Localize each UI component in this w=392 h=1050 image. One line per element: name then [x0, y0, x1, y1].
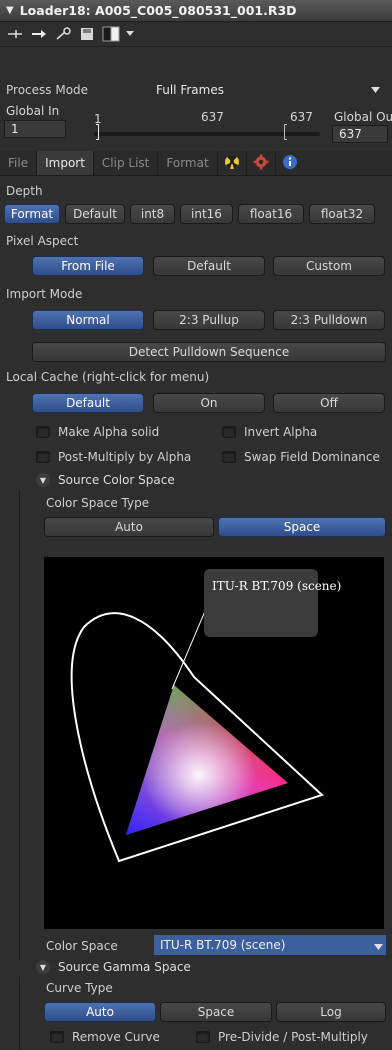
tab-file[interactable]: File	[0, 151, 38, 175]
import-mode-label: Import Mode	[6, 287, 83, 301]
depth-default-button[interactable]: Default	[65, 204, 125, 224]
collapse-triangle-icon[interactable]: ▼	[6, 5, 14, 16]
checkbox-box	[222, 451, 236, 463]
process-mode-row: Process Mode Full Frames	[6, 80, 386, 100]
color-space-label: Color Space	[46, 939, 118, 953]
section-indent-line	[19, 977, 20, 1050]
depth-float32-button[interactable]: float32	[309, 204, 375, 224]
gamut-triangle	[126, 685, 288, 835]
color-space-type-label: Color Space Type	[46, 496, 150, 510]
local-cache-on-button[interactable]: On	[153, 393, 265, 413]
local-cache-off-button[interactable]: Off	[273, 393, 385, 413]
global-in-field[interactable]: 1	[4, 120, 66, 138]
chevron-down-icon	[371, 83, 380, 97]
range-end-label: 637	[290, 110, 313, 124]
depth-label: Depth	[6, 184, 43, 198]
checkbox-box	[222, 426, 236, 438]
color-space-value: ITU-R BT.709 (scene)	[160, 938, 286, 952]
chromaticity-diagram-svg	[70, 569, 324, 863]
global-out-field[interactable]: 637	[332, 125, 388, 143]
tab-clip-list[interactable]: Clip List	[94, 151, 159, 175]
dropdown-icon[interactable]	[126, 26, 134, 42]
process-mode-select[interactable]: Full Frames	[150, 80, 386, 100]
tab-import[interactable]: Import	[37, 151, 94, 175]
global-in-value: 1	[11, 122, 19, 136]
pixel-aspect-custom-button[interactable]: Custom	[273, 256, 385, 276]
checkbox-box	[196, 1031, 210, 1043]
swap-field-dominance-label: Swap Field Dominance	[244, 450, 380, 464]
section-indent-line	[19, 490, 20, 960]
arrow-right-icon[interactable]	[30, 26, 48, 42]
global-out-value: 637	[339, 127, 362, 141]
color-swatch-icon[interactable]	[102, 26, 120, 42]
color-space-type-auto-button[interactable]: Auto	[44, 517, 214, 537]
remove-curve-checkbox[interactable]: Remove Curve	[50, 1030, 160, 1044]
chevron-down-icon[interactable]	[374, 940, 383, 954]
global-in-label: Global In	[6, 104, 60, 118]
panel-header[interactable]: ▼ Loader18: A005_C005_080531_001.R3D	[0, 0, 392, 22]
pixel-aspect-label: Pixel Aspect	[6, 234, 79, 248]
local-cache-label: Local Cache (right-click for menu)	[6, 370, 210, 384]
import-mode-pulldown-button[interactable]: 2:3 Pulldown	[273, 310, 385, 330]
invert-alpha-checkbox[interactable]: Invert Alpha	[222, 425, 317, 439]
save-icon[interactable]	[78, 26, 96, 42]
chevron-down-icon: ▼	[36, 473, 50, 487]
curve-type-auto-button[interactable]: Auto	[44, 1002, 156, 1022]
pixel-aspect-default-button[interactable]: Default	[153, 256, 265, 276]
depth-int8-button[interactable]: int8	[130, 204, 175, 224]
chevron-down-icon: ▼	[36, 960, 50, 974]
range-in-handle[interactable]	[96, 124, 99, 140]
pre-divide-checkbox[interactable]: Pre-Divide / Post-Multiply	[196, 1030, 368, 1044]
post-multiply-label: Post-Multiply by Alpha	[58, 450, 192, 464]
swap-field-dominance-checkbox[interactable]: Swap Field Dominance	[222, 450, 380, 464]
import-mode-normal-button[interactable]: Normal	[32, 310, 144, 330]
remove-curve-label: Remove Curve	[72, 1030, 160, 1044]
tab-format[interactable]: Format	[158, 151, 218, 175]
post-multiply-checkbox[interactable]: Post-Multiply by Alpha	[36, 450, 191, 464]
curve-type-label: Curve Type	[46, 981, 113, 995]
checkbox-box	[50, 1031, 64, 1043]
local-cache-default-button[interactable]: Default	[32, 393, 144, 413]
pre-divide-label: Pre-Divide / Post-Multiply	[218, 1030, 368, 1044]
process-mode-label: Process Mode	[6, 83, 89, 97]
range-mid-label: 637	[201, 110, 224, 124]
chart-tooltip-text: ITU-R BT.709 (scene)	[212, 579, 342, 593]
checkbox-box	[36, 451, 50, 463]
import-mode-pullup-button[interactable]: 2:3 Pullup	[153, 310, 265, 330]
depth-float16-button[interactable]: float16	[238, 204, 304, 224]
depth-int16-button[interactable]: int16	[180, 204, 233, 224]
curve-type-log-button[interactable]: Log	[276, 1002, 386, 1022]
panel-toolbar	[0, 22, 392, 47]
process-mode-value: Full Frames	[156, 83, 224, 97]
pin-icon[interactable]	[6, 26, 24, 42]
source-gamma-space-header[interactable]: ▼ Source Gamma Space	[36, 960, 191, 974]
info-icon	[282, 154, 298, 173]
source-color-space-header[interactable]: ▼ Source Color Space	[36, 473, 175, 487]
source-gamma-space-label: Source Gamma Space	[58, 960, 191, 974]
loader-panel: ▼ Loader18: A005_C005_080531_001.R3D Pro…	[0, 0, 392, 1050]
depth-format-button[interactable]: Format	[4, 204, 60, 224]
pixel-aspect-from-file-button[interactable]: From File	[32, 256, 144, 276]
tab-radiation[interactable]	[218, 151, 247, 175]
color-space-type-space-button[interactable]: Space	[218, 517, 386, 537]
invert-alpha-label: Invert Alpha	[244, 425, 318, 439]
radiation-icon	[224, 154, 240, 173]
tab-settings[interactable]	[247, 151, 276, 175]
tab-info[interactable]	[276, 151, 304, 175]
detect-pulldown-button[interactable]: Detect Pulldown Sequence	[32, 342, 386, 362]
range-out-handle[interactable]	[284, 124, 287, 140]
panel-title: Loader18: A005_C005_080531_001.R3D	[19, 3, 297, 18]
curve-type-space-button[interactable]: Space	[160, 1002, 272, 1022]
checkbox-box	[36, 426, 50, 438]
global-out-label: Global Out	[334, 110, 392, 124]
color-space-select[interactable]: ITU-R BT.709 (scene)	[154, 935, 386, 955]
make-alpha-solid-label: Make Alpha solid	[58, 425, 160, 439]
tab-bar: File Import Clip List Format	[0, 151, 392, 176]
chromaticity-diagram[interactable]: ITU-R BT.709 (scene)	[44, 557, 384, 929]
source-color-space-label: Source Color Space	[58, 473, 175, 487]
make-alpha-solid-checkbox[interactable]: Make Alpha solid	[36, 425, 159, 439]
link-icon[interactable]	[54, 26, 72, 42]
gear-icon	[253, 154, 269, 173]
